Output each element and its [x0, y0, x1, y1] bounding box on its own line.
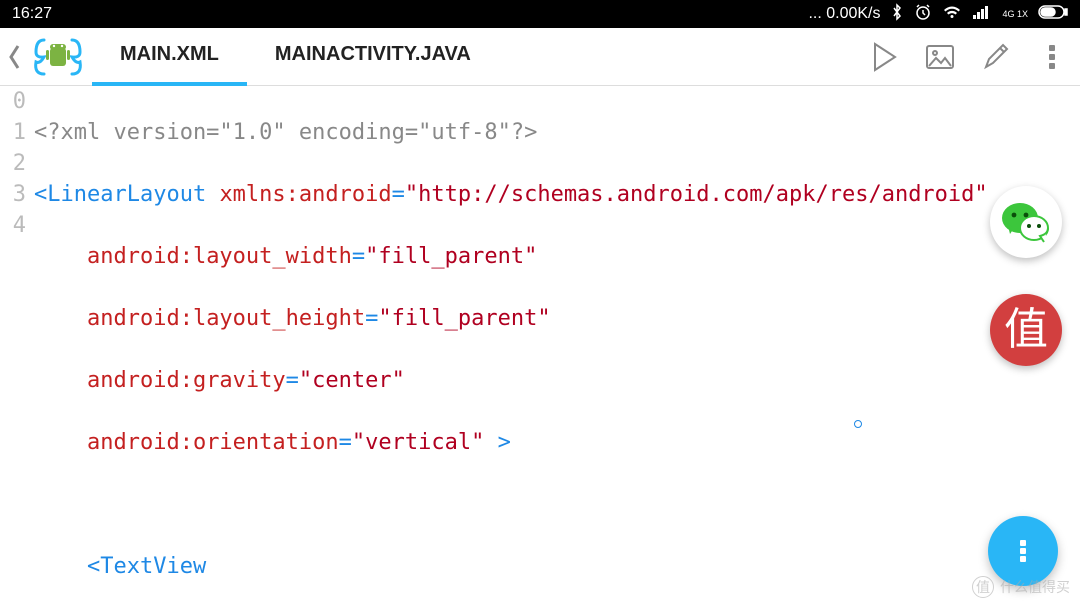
tab-main-xml[interactable]: MAIN.XML [92, 28, 247, 86]
code-line: android:layout_height="fill_parent" [34, 303, 1080, 334]
code-line: <TextView [34, 551, 1080, 582]
status-right: ... 0.00K/s 4G 1X [808, 3, 1068, 26]
code-line: android:gravity="center" [34, 365, 1080, 396]
image-button[interactable] [912, 28, 968, 86]
battery-icon [1038, 5, 1068, 24]
overflow-menu-button[interactable] [1024, 28, 1080, 86]
wechat-chat-head[interactable] [990, 186, 1062, 258]
signal-icon [972, 4, 992, 25]
gutter-line: 3 [0, 179, 26, 210]
line-gutter: 0 1 2 3 4 [0, 86, 32, 608]
app-toolbar: MAIN.XML MAINACTIVITY.JAVA [0, 28, 1080, 86]
alarm-icon [914, 3, 932, 26]
code-content[interactable]: <?xml version="1.0" encoding="utf-8"?> <… [32, 86, 1080, 608]
smzdm-chat-head[interactable]: 值 [990, 294, 1062, 366]
gutter-line: 0 [0, 86, 26, 117]
code-line: android:layout_width="fill_parent" [34, 241, 1080, 272]
bluetooth-icon [890, 3, 904, 26]
net-type: 4G 1X [1002, 10, 1028, 19]
wifi-icon [942, 4, 962, 25]
edit-button[interactable] [968, 28, 1024, 86]
run-button[interactable] [856, 28, 912, 86]
app-logo[interactable] [28, 34, 88, 80]
tab-mainactivity-java[interactable]: MAINACTIVITY.JAVA [247, 28, 499, 86]
fab-dots-icon [1020, 538, 1026, 564]
status-time: 16:27 [12, 5, 52, 23]
code-editor[interactable]: 0 1 2 3 4 <?xml version="1.0" encoding="… [0, 86, 1080, 608]
code-line [34, 489, 1080, 520]
watermark-icon: 值 [972, 576, 994, 598]
cursor-marker-icon [854, 420, 862, 428]
code-line: <LinearLayout xmlns:android="http://sche… [34, 179, 1080, 210]
gutter-line: 2 [0, 148, 26, 179]
watermark-text: 什么值得买 [1000, 577, 1070, 597]
gutter-line: 4 [0, 210, 26, 241]
back-button[interactable] [0, 43, 28, 71]
code-line: <?xml version="1.0" encoding="utf-8"?> [34, 117, 1080, 148]
net-speed: ... 0.00K/s [808, 5, 880, 23]
watermark: 值 什么值得买 [972, 576, 1070, 598]
gutter-line: 1 [0, 117, 26, 148]
smzdm-icon-text: 值 [1004, 308, 1048, 352]
android-status-bar: 16:27 ... 0.00K/s 4G 1X [0, 0, 1080, 28]
editor-tabs: MAIN.XML MAINACTIVITY.JAVA [92, 28, 499, 86]
code-line: android:orientation="vertical" > [34, 427, 1080, 458]
